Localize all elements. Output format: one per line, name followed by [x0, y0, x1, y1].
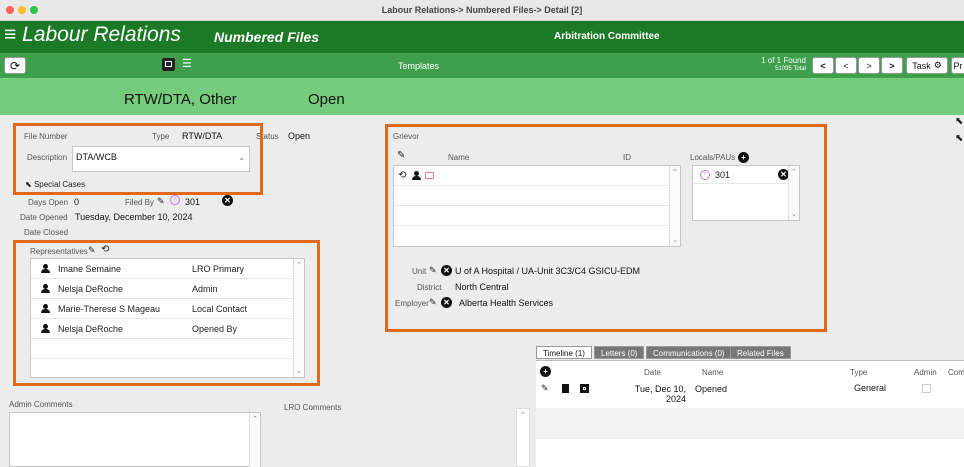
admin-comments-textarea[interactable]: ⌃ — [9, 412, 261, 467]
admin-header: Admin — [914, 368, 937, 377]
form-view-icon — [165, 61, 172, 67]
file-status-heading: Open — [308, 91, 345, 108]
last-record-button[interactable]: > — [881, 57, 903, 74]
clear-filed-by-icon[interactable]: ✕ — [222, 195, 233, 206]
list-view-icon: ☰ — [182, 58, 192, 70]
lro-comments-scrollbar[interactable]: ⌃ — [516, 408, 530, 467]
tab-letters[interactable]: Letters (0) — [594, 346, 645, 359]
table-row — [536, 409, 964, 439]
date-closed-label: Date Closed — [24, 228, 69, 237]
app-header: ≡ Labour Relations Numbered Files Arbitr… — [0, 21, 964, 53]
highlight-grievor — [385, 124, 827, 332]
status-value: Open — [288, 131, 311, 141]
arrow-up-left-icon[interactable]: ⬉ — [955, 133, 963, 144]
next-record-button[interactable]: > — [858, 57, 880, 74]
timeline-type: General — [854, 383, 887, 393]
timeline-date-line1: Tue, Dec 10, — [634, 384, 686, 394]
timeline-date: Tue, Dec 10, 2024 — [634, 384, 686, 404]
timeline-panel: + Date Name Type Admin Com ✎ Tue, Dec 10… — [536, 360, 964, 467]
timeline-name: Opened — [695, 384, 728, 394]
local-badge-icon: ↑ — [170, 195, 180, 205]
admin-comments-scrollbar[interactable]: ⌃ — [249, 413, 260, 467]
refresh-icon: ⟳ — [9, 58, 21, 73]
copy-icon[interactable] — [580, 384, 589, 393]
days-open-label: Days Open — [28, 198, 69, 207]
type-header: Type — [850, 368, 868, 377]
lro-comments-label: LRO Comments — [284, 403, 342, 412]
committee-title: Arbitration Committee — [554, 31, 660, 42]
toolbar: ⟳ ☰ Templates 1 of 1 Found 51095 Total <… — [0, 53, 964, 78]
found-count: 1 of 1 Found — [761, 56, 806, 65]
tab-communications[interactable]: Communications (0) — [646, 346, 732, 359]
previous-record-button[interactable]: < — [835, 57, 857, 74]
templates-menu[interactable]: Templates — [398, 61, 439, 71]
date-header: Date — [644, 368, 661, 377]
name-header: Name — [702, 368, 724, 377]
table-row[interactable]: ✎ Tue, Dec 10, 2024 Opened General — [536, 379, 964, 409]
filed-by-label: Filed By — [125, 198, 154, 207]
admin-checkbox[interactable] — [922, 384, 931, 393]
tab-bar: Timeline (1) Letters (0) Communications … — [536, 346, 964, 360]
admin-comments-label: Admin Comments — [9, 400, 73, 409]
gear-icon: ⚙ — [933, 60, 942, 70]
window-title: Labour Relations-> Numbered Files-> Deta… — [381, 5, 583, 15]
form-view-button[interactable] — [162, 58, 175, 71]
window-titlebar: Labour Relations-> Numbered Files-> Deta… — [0, 0, 964, 21]
date-opened-value: Tuesday, December 10, 2024 — [75, 212, 193, 222]
chevron-left-icon: < — [843, 60, 849, 71]
timeline-date-line2: 2024 — [665, 394, 686, 404]
task-button[interactable]: Task ⚙ — [906, 57, 948, 74]
module-title: Numbered Files — [214, 29, 320, 45]
first-record-button[interactable]: < — [812, 57, 834, 74]
chevron-left-bold-icon: < — [820, 60, 826, 71]
chevron-right-icon: > — [866, 60, 872, 71]
date-opened-label: Date Opened — [20, 213, 68, 222]
pencil-icon[interactable]: ✎ — [157, 196, 165, 207]
print-button[interactable]: Pr — [951, 57, 964, 74]
days-open-value: 0 — [74, 197, 80, 207]
status-band: RTW/DTA, Other Open — [0, 78, 964, 115]
comments-header: Com — [948, 368, 964, 377]
chevron-right-bold-icon: > — [889, 60, 895, 71]
arrow-up-left-icon[interactable]: ⬉ — [955, 116, 963, 127]
task-label: Task — [912, 60, 931, 71]
app-title[interactable]: ≡ Labour Relations — [4, 23, 181, 47]
pencil-icon[interactable]: ✎ — [541, 383, 549, 394]
tab-timeline[interactable]: Timeline (1) — [536, 346, 592, 359]
document-icon[interactable] — [562, 384, 569, 393]
total-count: 51095 Total — [775, 66, 806, 72]
record-count: 1 of 1 Found 51095 Total — [740, 56, 806, 74]
highlight-file-details — [13, 123, 263, 195]
add-timeline-icon[interactable]: + — [540, 366, 551, 377]
file-type-heading: RTW/DTA, Other — [124, 91, 237, 108]
tab-related-files[interactable]: Related Files — [730, 346, 791, 359]
list-view-button[interactable]: ☰ — [182, 57, 192, 70]
refresh-button[interactable]: ⟳ — [4, 57, 26, 74]
filed-by-value: 301 — [185, 197, 201, 207]
highlight-representatives — [13, 240, 320, 386]
menu-icon[interactable]: ≡ — [4, 23, 16, 46]
